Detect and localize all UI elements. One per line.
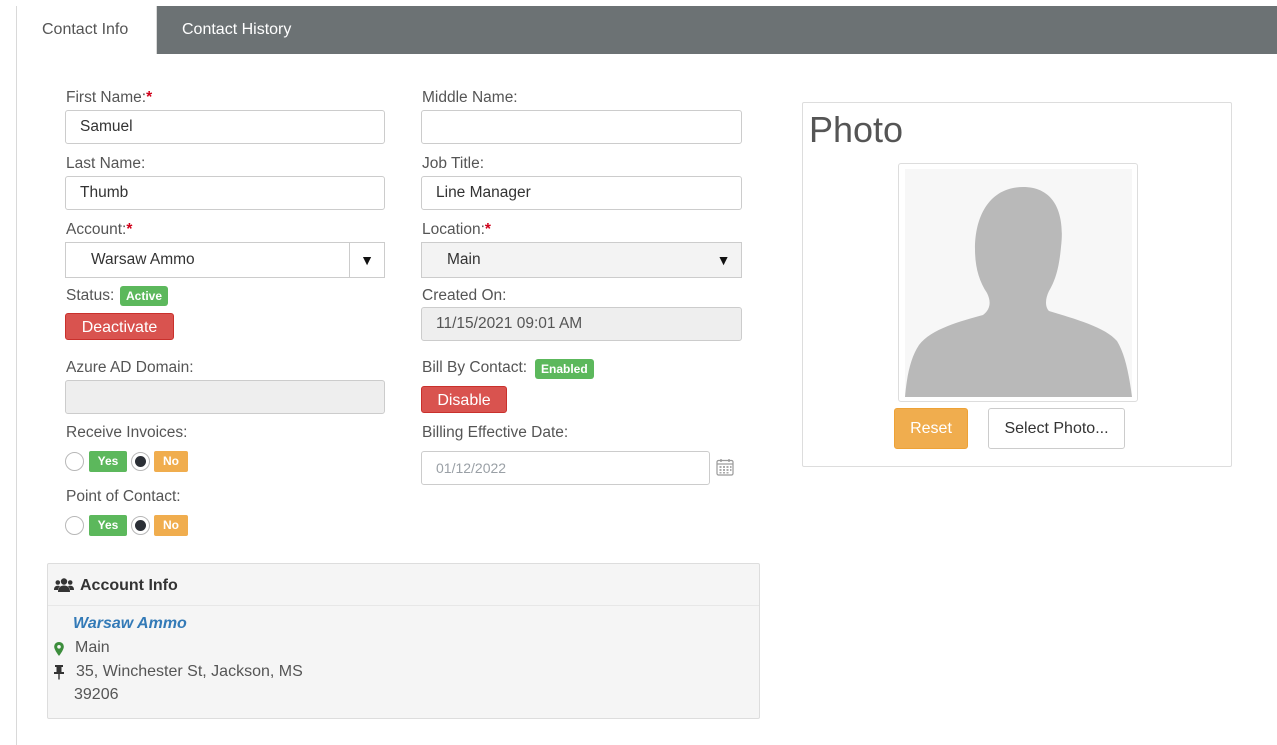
- thumbtack-icon: [54, 665, 64, 680]
- photo-title: Photo: [809, 109, 904, 150]
- receive-invoices-no-label[interactable]: No: [154, 451, 188, 472]
- caret-down-icon[interactable]: ▼: [706, 243, 741, 277]
- account-label-text: Account:: [66, 221, 127, 238]
- account-info-title: Account Info: [80, 577, 178, 594]
- deactivate-button[interactable]: Deactivate: [65, 313, 174, 340]
- account-address-line2: 39206: [74, 686, 119, 703]
- receive-invoices-no-radio[interactable]: [131, 452, 150, 471]
- tab-bar: Contact Info Contact History: [17, 6, 1277, 54]
- point-of-contact-yes-label[interactable]: Yes: [89, 515, 127, 536]
- first-name-label-text: First Name:: [66, 89, 147, 106]
- location-label: Location:*: [422, 221, 491, 239]
- required-mark: *: [126, 221, 133, 238]
- account-info-panel: Account Info Warsaw Ammo Main 35, Winche…: [47, 563, 760, 719]
- first-name-label: First Name:*: [66, 89, 152, 107]
- receive-invoices-yes-label[interactable]: Yes: [89, 451, 127, 472]
- location-select[interactable]: Main ▼: [421, 242, 742, 278]
- account-location: Main: [75, 639, 110, 656]
- receive-invoices-label: Receive Invoices:: [66, 424, 188, 441]
- map-marker-icon: [54, 642, 64, 656]
- status-badge: Active: [120, 286, 169, 306]
- select-photo-button[interactable]: Select Photo...: [988, 408, 1125, 449]
- azure-ad-domain-field: [65, 380, 385, 414]
- created-on-field: 11/15/2021 09:01 AM: [421, 307, 742, 341]
- first-name-input[interactable]: Samuel: [65, 110, 385, 144]
- job-title-label: Job Title:: [422, 155, 485, 172]
- created-on-label: Created On:: [422, 287, 507, 304]
- status-label: Status:: [66, 287, 115, 304]
- location-label-text: Location:: [422, 221, 485, 238]
- person-silhouette-icon: [905, 187, 1132, 397]
- caret-down-icon[interactable]: ▼: [349, 243, 384, 277]
- account-info-header: Account Info: [48, 564, 759, 606]
- reset-photo-button[interactable]: Reset: [894, 408, 968, 449]
- billing-effective-date-input[interactable]: 01/12/2022: [421, 451, 710, 485]
- last-name-label: Last Name:: [66, 155, 146, 172]
- job-title-input[interactable]: Line Manager: [421, 176, 742, 210]
- tab-contact-history[interactable]: Contact History: [157, 6, 316, 54]
- point-of-contact-yes-radio[interactable]: [65, 516, 84, 535]
- avatar: [905, 169, 1132, 397]
- page-left-border: [16, 6, 17, 745]
- account-label: Account:*: [66, 221, 132, 239]
- receive-invoices-yes-radio[interactable]: [65, 452, 84, 471]
- photo-panel: Photo Reset Select Photo...: [802, 102, 1232, 467]
- billing-effective-date-label: Billing Effective Date:: [422, 424, 569, 441]
- last-name-input[interactable]: Thumb: [65, 176, 385, 210]
- disable-button[interactable]: Disable: [421, 386, 507, 413]
- photo-frame: [898, 163, 1138, 402]
- account-select-value: Warsaw Ammo: [91, 251, 195, 268]
- azure-ad-domain-label: Azure AD Domain:: [66, 359, 194, 376]
- point-of-contact-no-label[interactable]: No: [154, 515, 188, 536]
- account-name-link[interactable]: Warsaw Ammo: [73, 615, 187, 633]
- required-mark: *: [146, 89, 153, 106]
- bill-by-contact-label: Bill By Contact:: [422, 359, 528, 376]
- point-of-contact-label: Point of Contact:: [66, 488, 181, 505]
- calendar-icon[interactable]: [716, 458, 734, 476]
- users-icon: [54, 578, 74, 592]
- required-mark: *: [484, 221, 491, 238]
- location-select-value: Main: [447, 251, 481, 268]
- account-select[interactable]: Warsaw Ammo ▼: [65, 242, 385, 278]
- point-of-contact-no-radio[interactable]: [131, 516, 150, 535]
- bill-by-contact-badge: Enabled: [535, 359, 594, 379]
- tab-contact-info[interactable]: Contact Info: [17, 6, 157, 54]
- account-address-line1: 35, Winchester St, Jackson, MS: [76, 663, 303, 680]
- middle-name-label: Middle Name:: [422, 89, 518, 106]
- middle-name-input[interactable]: [421, 110, 742, 144]
